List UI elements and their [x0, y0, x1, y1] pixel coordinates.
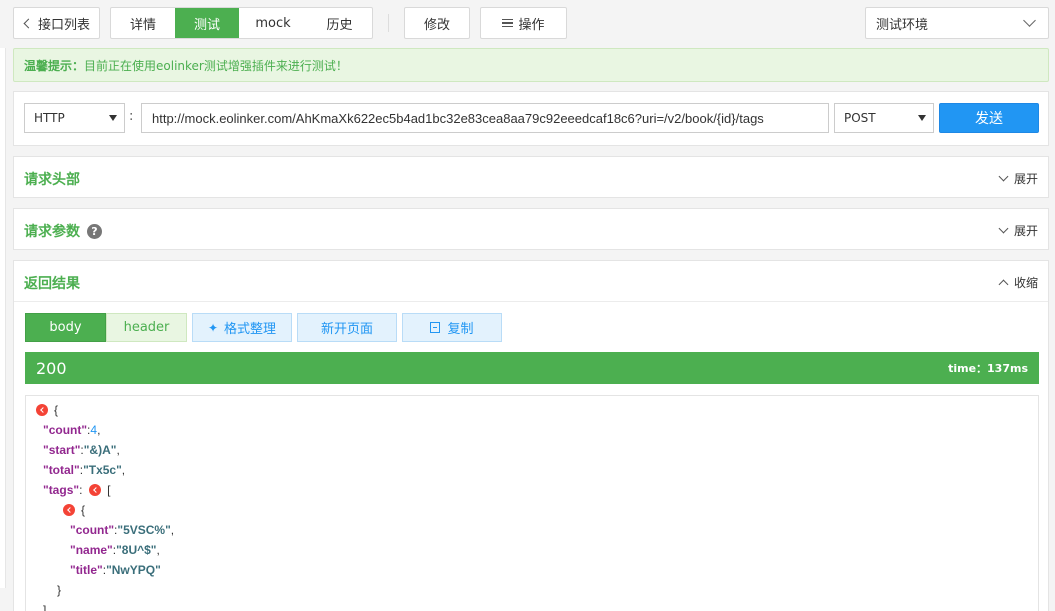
send-button[interactable]: 发送: [939, 103, 1039, 133]
back-button-label: 接口列表: [37, 17, 90, 33]
request-headers-section: 请求头部 展开: [13, 156, 1049, 198]
expand-label: 展开: [1013, 224, 1038, 238]
tip-text: 目前正在使用eolinker测试增强插件来进行测试！: [84, 58, 348, 73]
chevron-down-icon: [1023, 14, 1036, 27]
expand-label: 展开: [1013, 172, 1038, 186]
format-json-button[interactable]: ✦ 格式整理: [192, 313, 292, 342]
tab-history[interactable]: 历史: [307, 8, 372, 38]
chevron-left-icon: [23, 18, 34, 28]
response-time: time：137ms: [948, 362, 1028, 375]
status-code: 200: [36, 358, 67, 378]
tip-prefix: 温馨提示：: [24, 58, 85, 73]
caret-down-icon: [918, 115, 926, 121]
method-select[interactable]: POST: [834, 103, 934, 133]
json-line: "count": "5VSC%",: [70, 523, 175, 537]
response-result-title: 返回结果: [24, 276, 80, 292]
top-toolbar: 接口列表 详情 测试 mock 历史 修改 操作 测试环境: [0, 0, 1055, 46]
json-line: "count":4,: [43, 423, 101, 437]
response-result-section: 返回结果 收缩 body header ✦ 格式整理 新开页面 复制 200 t…: [13, 260, 1049, 611]
chevron-down-icon: [998, 171, 1009, 182]
copy-icon: [430, 322, 441, 333]
tip-banner: 温馨提示： 目前正在使用eolinker测试增强插件来进行测试！: [13, 48, 1049, 82]
menu-icon: [502, 17, 514, 30]
chevron-up-icon: [998, 279, 1009, 290]
toolbar-divider: [388, 14, 389, 32]
view-tabs: 详情 测试 mock 历史: [110, 7, 373, 39]
json-line: "tags": [: [43, 483, 111, 497]
request-url-panel: HTTP : POST 发送: [13, 91, 1049, 146]
back-to-api-list-button[interactable]: 接口列表: [13, 7, 100, 39]
response-result-header: 返回结果 收缩: [14, 261, 1048, 302]
copy-label: 复制: [447, 322, 474, 337]
response-status-bar: 200 time：137ms: [25, 352, 1039, 384]
operations-button[interactable]: 操作: [480, 7, 567, 39]
json-line: "title": "NwYPQ": [70, 563, 161, 577]
json-line: }: [57, 583, 62, 597]
json-line: {: [36, 400, 58, 420]
request-params-title: 请求参数: [24, 224, 80, 240]
protocol-value: HTTP: [34, 111, 65, 125]
request-params-title-row: 请求参数 ?: [24, 221, 102, 241]
copy-button[interactable]: 复制: [402, 313, 502, 342]
tab-test[interactable]: 测试: [175, 8, 239, 38]
collapse-node-icon[interactable]: [63, 504, 75, 516]
json-line: "name": "8U^$",: [70, 543, 160, 557]
collapse-label: 收缩: [1013, 276, 1038, 290]
tab-details[interactable]: 详情: [111, 8, 175, 38]
tab-mock[interactable]: mock: [239, 8, 307, 38]
collapse-node-icon[interactable]: [36, 404, 48, 416]
request-params-expand-toggle[interactable]: 展开: [998, 222, 1038, 239]
left-panel-edge: [0, 48, 6, 588]
protocol-select[interactable]: HTTP: [24, 103, 125, 133]
tab-response-body[interactable]: body: [25, 313, 106, 342]
help-icon[interactable]: ?: [87, 223, 102, 239]
url-input[interactable]: [141, 103, 829, 133]
edit-button[interactable]: 修改: [404, 7, 470, 39]
format-label: 格式整理: [224, 322, 277, 337]
json-line: ]: [43, 603, 47, 611]
magic-wand-icon: ✦: [207, 320, 219, 335]
json-viewer: { "count":4, "start": "&)A", "total": "Tx5…: [25, 395, 1039, 611]
collapse-node-icon[interactable]: [89, 484, 102, 496]
response-result-collapse-toggle[interactable]: 收缩: [998, 274, 1038, 291]
open-new-page-button[interactable]: 新开页面: [297, 313, 397, 342]
chevron-down-icon: [998, 223, 1009, 234]
operations-label: 操作: [518, 17, 545, 33]
json-line: "total": "Tx5c",: [43, 463, 126, 477]
json-line: "start": "&)A",: [43, 443, 120, 457]
request-headers-expand-toggle[interactable]: 展开: [998, 170, 1038, 187]
environment-value: 测试环境: [876, 17, 929, 33]
environment-select[interactable]: 测试环境: [865, 7, 1049, 39]
request-headers-title: 请求头部: [24, 172, 80, 188]
caret-down-icon: [109, 115, 117, 121]
method-value: POST: [844, 111, 876, 125]
tab-response-header[interactable]: header: [106, 313, 187, 342]
request-params-section: 请求参数 ? 展开: [13, 208, 1049, 250]
json-line: {: [63, 500, 85, 520]
url-separator: :: [129, 109, 134, 124]
